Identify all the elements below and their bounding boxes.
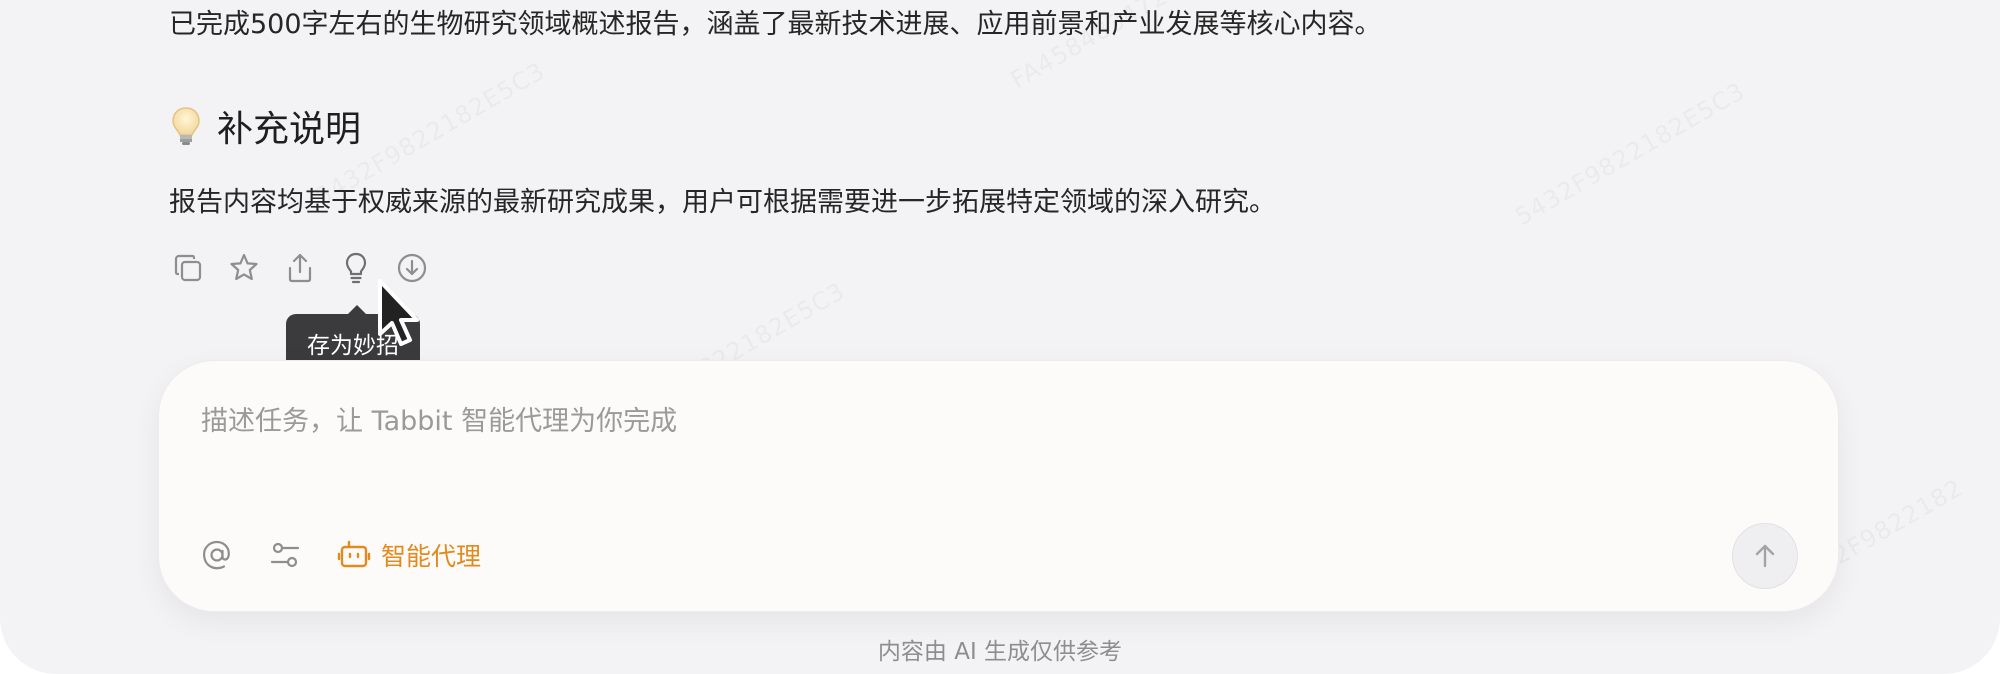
share-icon: [288, 253, 312, 283]
share-button[interactable]: [282, 250, 318, 286]
ai-disclaimer: 内容由 AI 生成仅供参考: [877, 639, 1123, 665]
sliders-icon: [270, 542, 300, 568]
agent-mode-button[interactable]: 智能代理: [337, 533, 481, 577]
task-composer: 智能代理: [158, 360, 1839, 612]
save-tip-button[interactable]: [338, 250, 374, 286]
section-heading: 补充说明: [169, 100, 361, 152]
mention-button[interactable]: [197, 535, 237, 575]
chat-window: 5432F9822182E5C3 FA4584834723 5432F98221…: [0, 0, 2000, 674]
arrow-up-icon: [1755, 544, 1775, 568]
robot-icon: [337, 540, 371, 568]
settings-button[interactable]: [265, 535, 305, 575]
copy-button[interactable]: [170, 250, 206, 286]
star-icon: [230, 253, 258, 281]
favorite-button[interactable]: [226, 250, 262, 286]
lightbulb-emoji-icon: [172, 107, 200, 145]
mouse-pointer-icon: [378, 279, 419, 346]
task-input[interactable]: [201, 401, 1701, 441]
section-title: 补充说明: [217, 109, 362, 150]
agent-mode-label: 智能代理: [381, 542, 482, 571]
copy-icon: [174, 254, 202, 282]
section-body: 报告内容均基于权威来源的最新研究成果，用户可根据需要进一步拓展特定领域的深入研究…: [169, 187, 1276, 218]
send-button[interactable]: [1732, 523, 1798, 589]
lightbulb-icon: [345, 252, 367, 284]
at-icon: [202, 540, 230, 570]
summary-text: 已完成500字左右的生物研究领域概述报告，涵盖了最新技术进展、应用前景和产业发展…: [169, 9, 1382, 40]
